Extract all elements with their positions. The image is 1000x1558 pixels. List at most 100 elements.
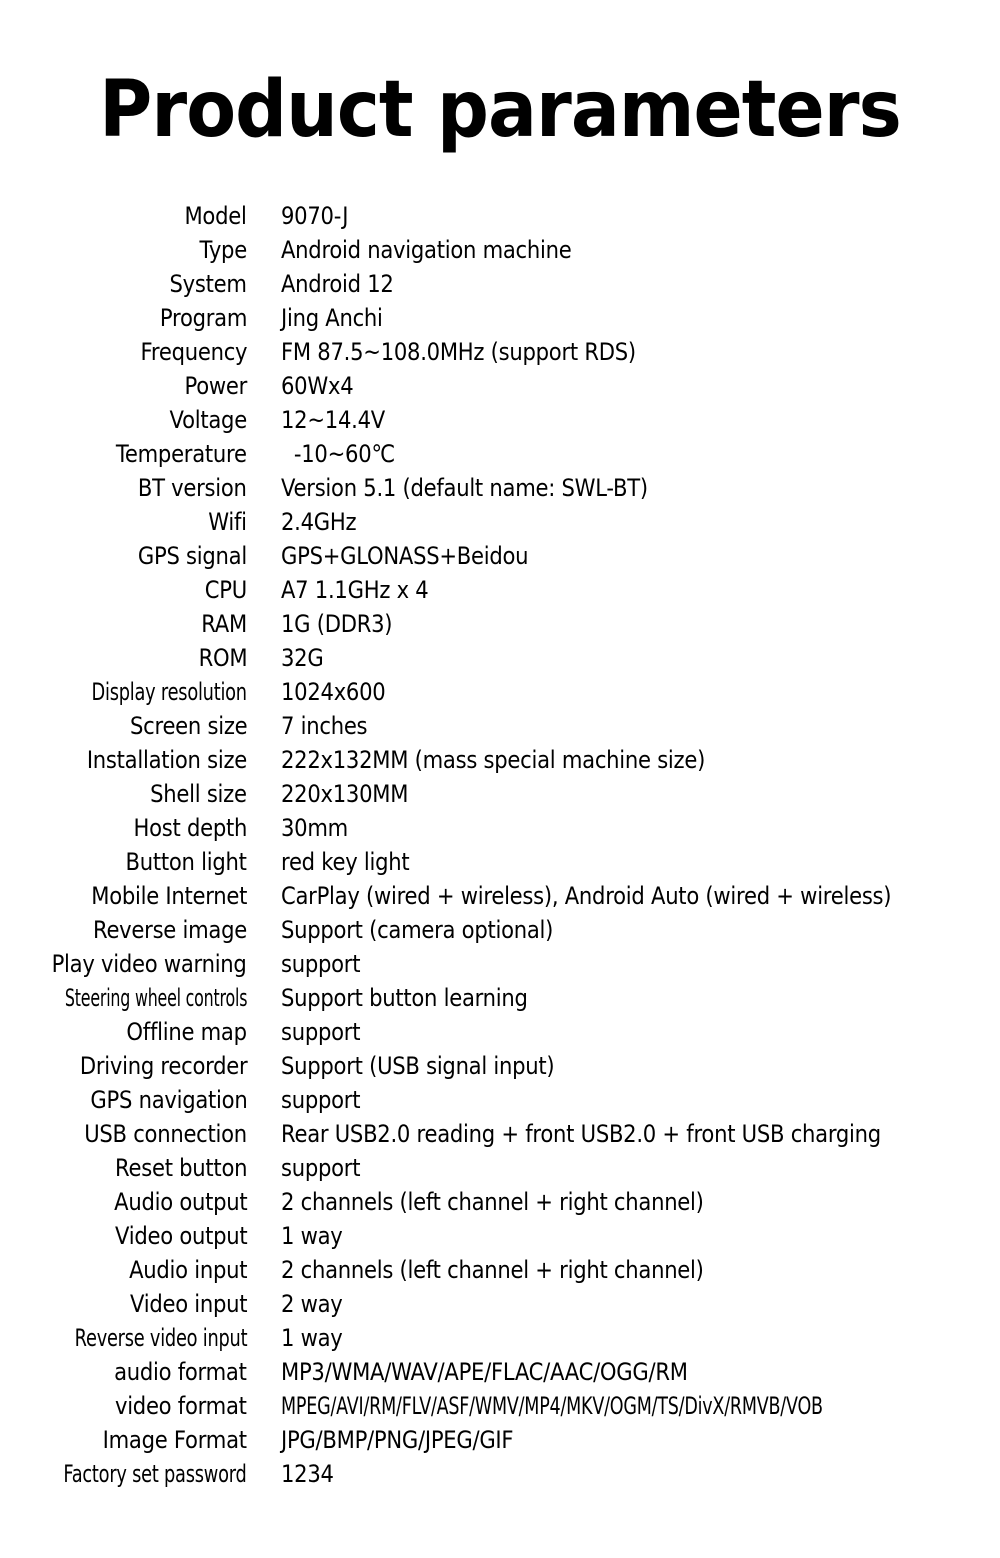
spec-label: Video input [129,1290,248,1318]
spec-row-video-output: Video output 1 way [0,1219,1000,1253]
spec-value: 2 channels (left channel + right channel… [281,1256,704,1284]
spec-value: 222x132MM (mass special machine size) [281,746,706,774]
spec-row-host-depth: Host depth 30mm [0,811,1000,845]
spec-label: Video output [114,1222,248,1250]
spec-row-shell-size: Shell size 220x130MM [0,777,1000,811]
spec-row-wifi: Wifi 2.4GHz [0,505,1000,539]
spec-label: Voltage [169,406,248,434]
spec-row-display-resolution: Display resolution 1024x600 [0,675,1000,709]
spec-label: Shell size [150,780,247,808]
spec-value: support [281,1154,361,1182]
spec-row-rom: ROM 32G [0,641,1000,675]
spec-label: Temperature [116,440,247,468]
spec-row-image-format: Image Format JPG/BMP/PNG/JPEG/GIF [0,1423,1000,1457]
spec-value: 1 way [281,1324,343,1352]
spec-value: GPS+GLONASS+Beidou [281,542,529,570]
spec-label: GPS signal [137,542,247,570]
spec-value: FM 87.5~108.0MHz (support RDS) [281,338,636,366]
spec-table: Model 9070-J Type Android navigation mac… [0,199,1000,1491]
spec-label: Factory set password [63,1460,247,1488]
spec-label: Screen size [129,712,248,740]
spec-label: Type [199,236,248,264]
spec-label: Button light [125,848,247,876]
spec-value: Support button learning [281,984,528,1012]
spec-label: System [169,270,247,298]
spec-value: 60Wx4 [281,372,354,400]
spec-label: video format [115,1392,247,1420]
spec-label: BT version [138,474,247,502]
spec-row-audio-output: Audio output 2 channels (left channel + … [0,1185,1000,1219]
spec-label: ROM [198,644,247,672]
spec-value: JPG/BMP/PNG/JPEG/GIF [281,1426,514,1454]
spec-value: 7 inches [281,712,368,740]
spec-value: MPEG/AVI/RM/FLV/ASF/WMV/MP4/MKV/OGM/TS/D… [281,1392,823,1420]
spec-row-driving-recorder: Driving recorder Support (USB signal inp… [0,1049,1000,1083]
spec-value: support [281,1018,361,1046]
spec-row-reverse-image: Reverse image Support (camera optional) [0,913,1000,947]
spec-label: Wifi [208,508,247,536]
spec-row-temperature: Temperature -10~60℃ [0,437,1000,471]
spec-label: Host depth [133,814,247,842]
spec-row-gps-navigation: GPS navigation support [0,1083,1000,1117]
spec-label: Mobile Internet [91,882,247,910]
spec-label: Driving recorder [79,1052,247,1080]
spec-value: 30mm [281,814,348,842]
spec-value: 220x130MM [281,780,409,808]
spec-label: Reverse image [93,916,247,944]
spec-label: Power [184,372,247,400]
spec-value: 12~14.4V [281,406,385,434]
spec-label: Model [184,202,247,230]
spec-label: Installation size [86,746,247,774]
spec-row-cpu: CPU A7 1.1GHz x 4 [0,573,1000,607]
spec-row-power: Power 60Wx4 [0,369,1000,403]
spec-label: GPS navigation [89,1086,247,1114]
spec-label: Steering wheel controls [64,984,248,1012]
spec-row-frequency: Frequency FM 87.5~108.0MHz (support RDS) [0,335,1000,369]
spec-row-installation-size: Installation size 222x132MM (mass specia… [0,743,1000,777]
spec-value: Version 5.1 (default name: SWL-BT) [281,474,648,502]
spec-row-play-video-warning: Play video warning support [0,947,1000,981]
spec-row-audio-input: Audio input 2 channels (left channel + r… [0,1253,1000,1287]
spec-value: Android 12 [281,270,394,298]
spec-value: 2.4GHz [281,508,357,536]
spec-value: support [281,950,361,978]
spec-label: Audio output [113,1188,248,1216]
spec-row-button-light: Button light red key light [0,845,1000,879]
spec-value: CarPlay (wired + wireless), Android Auto… [281,882,892,910]
spec-label: Offline map [126,1018,248,1046]
spec-value: 32G [281,644,324,672]
spec-row-program: Program Jing Anchi [0,301,1000,335]
spec-value: 1234 [281,1460,334,1488]
spec-row-video-input: Video input 2 way [0,1287,1000,1321]
spec-row-screen-size: Screen size 7 inches [0,709,1000,743]
spec-label: Play video warning [52,950,247,978]
spec-row-voltage: Voltage 12~14.4V [0,403,1000,437]
spec-value: -10~60℃ [281,440,395,468]
spec-row-type: Type Android navigation machine [0,233,1000,267]
spec-label: audio format [114,1358,247,1386]
spec-value: Android navigation machine [281,236,572,264]
spec-value: Rear USB2.0 reading + front USB2.0 + fro… [281,1120,881,1148]
spec-row-system: System Android 12 [0,267,1000,301]
spec-row-mobile-internet: Mobile Internet CarPlay (wired + wireles… [0,879,1000,913]
spec-row-offline-map: Offline map support [0,1015,1000,1049]
spec-value: 1G (DDR3) [281,610,393,638]
spec-value: 2 channels (left channel + right channel… [281,1188,704,1216]
spec-value: support [281,1086,361,1114]
spec-row-audio-format: audio format MP3/WMA/WAV/APE/FLAC/AAC/OG… [0,1355,1000,1389]
spec-value: 9070-J [281,202,349,230]
spec-value: 1 way [281,1222,343,1250]
spec-row-bt-version: BT version Version 5.1 (default name: SW… [0,471,1000,505]
spec-label: USB connection [84,1120,247,1148]
spec-row-steering-wheel-controls: Steering wheel controls Support button l… [0,981,1000,1015]
spec-label: Display resolution [91,678,248,706]
spec-value: Jing Anchi [281,304,383,332]
spec-value: Support (USB signal input) [281,1052,555,1080]
spec-row-reverse-video-input: Reverse video input 1 way [0,1321,1000,1355]
spec-value: Support (camera optional) [281,916,554,944]
spec-row-reset-button: Reset button support [0,1151,1000,1185]
spec-label: Reset button [114,1154,247,1182]
spec-row-model: Model 9070-J [0,199,1000,233]
spec-value: A7 1.1GHz x 4 [281,576,429,604]
spec-label: Frequency [140,338,247,366]
